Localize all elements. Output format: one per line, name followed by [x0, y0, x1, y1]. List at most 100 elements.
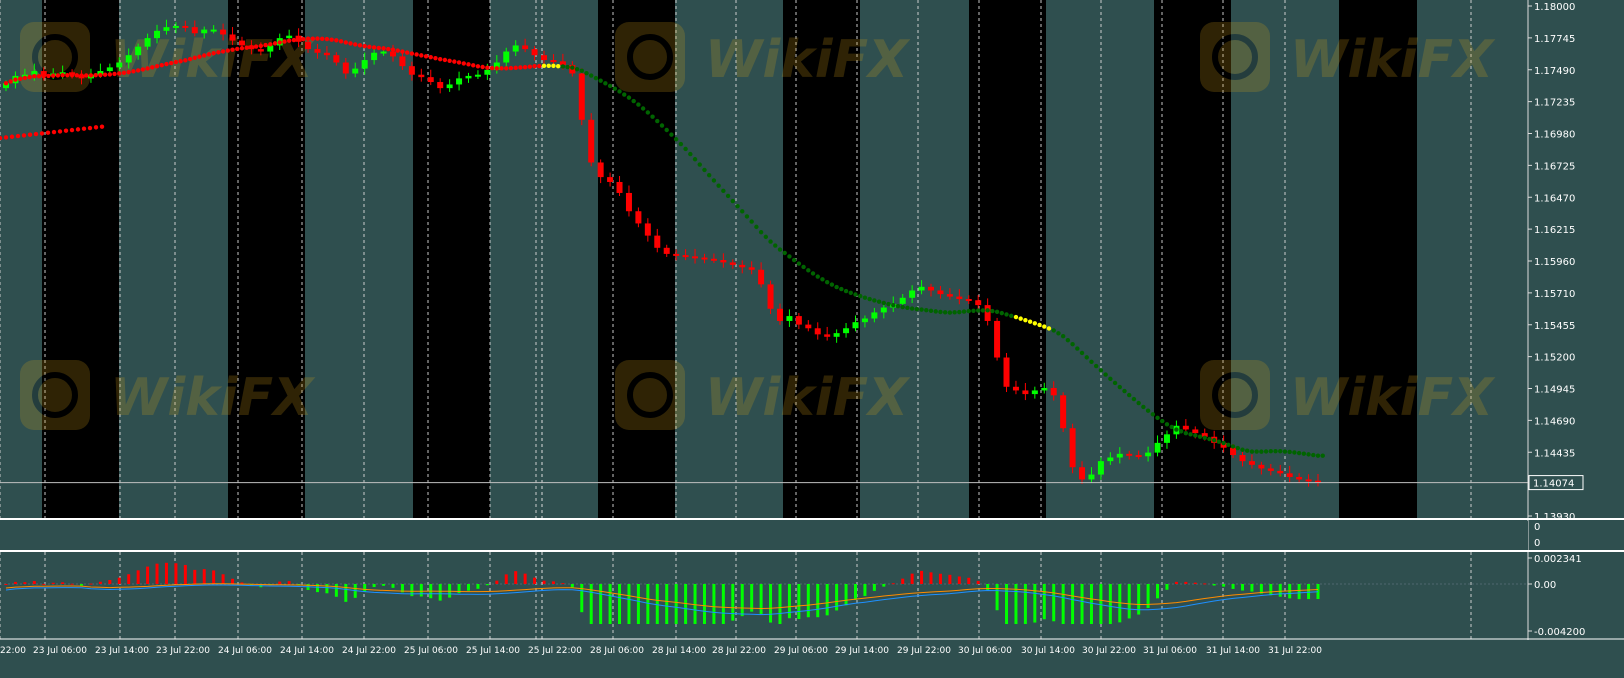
time-axis-label: 30 Jul 06:00: [958, 646, 1012, 656]
watermark-badge: [20, 22, 90, 92]
empty-subwindow[interactable]: 00: [0, 521, 1540, 550]
candle-body: [1239, 455, 1246, 462]
ma-dot: [541, 63, 547, 69]
ma-dot: [626, 95, 632, 100]
macd-histogram-bar: [1089, 584, 1093, 624]
y-tick-label: 1.17490: [1534, 66, 1575, 77]
chart-canvas[interactable]: WikiFX WikiFX WikiFX WikiFX WikiFX WikiFX 1.1…: [0, 0, 1624, 678]
ma-dot: [301, 36, 306, 42]
macd-histogram-bar: [202, 569, 206, 584]
ma-dot: [159, 62, 164, 68]
ma-dot: [277, 40, 282, 45]
ma-dot: [966, 308, 971, 314]
ma-dot: [673, 137, 679, 142]
time-axis-label: 30 Jul 22:00: [1082, 646, 1136, 656]
ma-dot: [117, 71, 122, 76]
time-axis-label: 24 Jul 06:00: [218, 646, 272, 656]
candle-body: [474, 74, 481, 77]
trading-chart[interactable]: WikiFX WikiFX WikiFX WikiFX WikiFX WikiFX 1.1…: [0, 0, 1624, 678]
macd-histogram-bar: [1269, 584, 1273, 596]
ma-dot: [810, 271, 816, 276]
ma-dot: [853, 292, 858, 297]
ma-dot: [386, 46, 391, 52]
ma-dot: [1122, 388, 1127, 394]
candle-body: [786, 316, 793, 321]
ma-dot: [197, 54, 202, 59]
ma-dot: [192, 55, 197, 61]
watermark-badge: [1200, 22, 1270, 92]
ma-dot: [1027, 319, 1033, 324]
ma-dot: [806, 268, 811, 273]
ma-dot: [971, 308, 976, 314]
ma-dot: [1075, 346, 1080, 351]
macd-histogram-bar: [674, 584, 678, 624]
ma-dot: [1311, 452, 1316, 458]
ma-dot: [839, 286, 844, 292]
candle-body: [654, 235, 661, 248]
candle-body: [512, 45, 519, 52]
watermark-text: WikiFX: [110, 368, 316, 428]
macd-histogram-bar: [693, 584, 697, 624]
ma-dot: [725, 193, 731, 199]
macd-histogram-bar: [221, 574, 225, 584]
macd-histogram-bar: [344, 584, 348, 602]
ma-dot: [532, 64, 537, 69]
candle-body: [1286, 473, 1293, 477]
macd-histogram-bar: [174, 563, 178, 584]
ma-dot: [914, 306, 920, 312]
macd-histogram-bar: [363, 584, 367, 592]
ma-dot: [39, 131, 45, 136]
candle-body: [1277, 470, 1284, 474]
ma-dot: [574, 66, 580, 72]
ma-dot: [791, 257, 797, 263]
ma-dot: [692, 157, 698, 162]
candle-body: [399, 56, 406, 67]
ma-dot: [253, 44, 259, 49]
ma-dot: [15, 133, 21, 139]
candle-body: [389, 51, 396, 57]
candle-body: [1031, 390, 1038, 395]
ma-dot: [777, 247, 783, 252]
ma-dot: [645, 110, 651, 115]
y-tick-label: 1.16470: [1534, 193, 1575, 204]
time-axis-label: 31 Jul 22:00: [1268, 646, 1322, 656]
candle-body: [1230, 447, 1237, 456]
y-tick-label: 1.15200: [1534, 353, 1575, 364]
candle-body: [880, 307, 887, 313]
ma-dot: [1301, 451, 1307, 456]
macd-histogram-bar: [1307, 584, 1311, 600]
ma-dot: [187, 56, 193, 62]
watermark-logo: WikiFX: [615, 22, 911, 92]
candle-body: [673, 253, 680, 256]
macd-histogram-bar: [1071, 584, 1075, 624]
ma-dot: [88, 73, 94, 78]
ma-dot: [437, 56, 443, 62]
ma-dot: [990, 308, 995, 314]
macd-histogram-bar: [193, 569, 197, 584]
ma-dot: [721, 188, 726, 194]
macd-histogram-bar: [1156, 584, 1160, 599]
ma-dot: [230, 47, 235, 52]
ma-dot: [1282, 449, 1288, 454]
candle-body: [824, 334, 831, 337]
ma-dot: [659, 123, 665, 128]
ma-dot: [107, 72, 113, 77]
ma-dot: [131, 69, 136, 74]
ma-dot: [75, 127, 81, 132]
ma-dot: [1093, 363, 1099, 369]
macd-histogram-bar: [863, 584, 867, 596]
ma-dot: [1103, 372, 1108, 377]
candle-body: [578, 73, 585, 120]
macd-histogram-bar: [70, 583, 74, 585]
window-separator: [0, 550, 1624, 552]
ma-dot: [1141, 404, 1146, 410]
macd-histogram-bar: [1203, 583, 1207, 585]
ma-dot: [220, 49, 226, 54]
watermark-logo: WikiFX: [20, 360, 316, 430]
y-tick-label: 1.16725: [1534, 161, 1575, 172]
ma-dot: [329, 37, 334, 42]
ma-dot: [168, 60, 174, 66]
macd-histogram-bar: [721, 584, 725, 624]
macd-histogram-bar: [419, 584, 423, 597]
ma-dot: [603, 81, 608, 86]
